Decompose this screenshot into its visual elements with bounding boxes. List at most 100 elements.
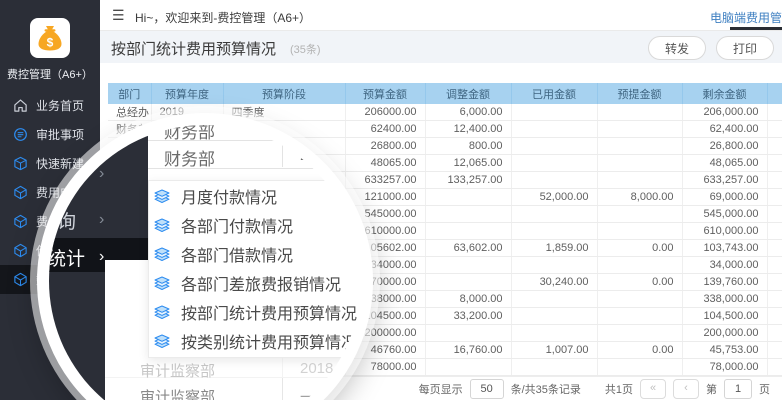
table-cell: 200,000.00 xyxy=(682,325,767,342)
hamburger-menu-icon[interactable]: ☰ xyxy=(112,7,125,24)
table-cell: 1,859.00 xyxy=(511,240,597,257)
table-cell xyxy=(511,359,597,376)
tab-pc-expense[interactable]: 电脑端费用管 xyxy=(710,9,782,26)
welcome-text: Hi~，欢迎来到-费控管理（A6+） xyxy=(135,9,311,26)
table-cell xyxy=(597,325,682,342)
table-row: 审计监察部 2018 xyxy=(105,358,361,378)
table-cell: 6,000.00 xyxy=(425,104,511,121)
page-number-input[interactable]: 1 xyxy=(724,379,752,399)
table-cell: 133,257.00 xyxy=(425,172,511,189)
chevron-right-icon: › xyxy=(99,211,104,229)
layers-icon xyxy=(149,302,181,322)
table-cell: 8,000.00 xyxy=(425,291,511,308)
table-cell: 0.00 xyxy=(597,274,682,291)
table-cell xyxy=(425,274,511,291)
menu-item-label: 按类别统计费用预算情况 xyxy=(181,329,357,353)
table-cell: 104,500.00 xyxy=(682,308,767,325)
table-cell: 30,240.00 xyxy=(511,274,597,291)
menu-item-label: 月度付款情况 xyxy=(181,184,277,208)
table-cell xyxy=(511,206,597,223)
magnified-sidebar-item-fragment[interactable]: 据统计 xyxy=(49,244,85,271)
table-cell: 545,000.00 xyxy=(682,206,767,223)
layers-icon xyxy=(149,215,181,235)
table-cell: 1,007.00 xyxy=(511,342,597,359)
menu-item-各部门差旅费报销情况[interactable]: 各部门差旅费报销情况 xyxy=(149,268,361,297)
column-header: 剩余金额 xyxy=(682,83,767,104)
active-tab-underline xyxy=(730,27,782,30)
table-cell xyxy=(511,138,597,155)
sidebar-item-label: 业务首页 xyxy=(36,97,84,114)
table-row: 财务部 xyxy=(148,125,361,141)
table-cell xyxy=(425,206,511,223)
page-suffix: 页 xyxy=(759,381,770,397)
column-header: 预算金额 xyxy=(345,83,425,104)
column-header: 预算年度 xyxy=(151,83,223,104)
table-cell: 610,000.00 xyxy=(682,223,767,240)
menu-item-各部门付款情况[interactable]: 各部门付款情况 xyxy=(149,210,361,239)
magnified-sidebar-item-fragment[interactable]: 查询 xyxy=(49,207,76,234)
table-cell: 12,400.00 xyxy=(425,121,511,138)
table-cell: 103,743.00 xyxy=(682,240,767,257)
chevron-right-icon: › xyxy=(99,248,104,266)
layers-icon xyxy=(149,331,181,351)
per-page-label: 每页显示 xyxy=(419,381,463,397)
menu-item-按部门统计费用预算情况[interactable]: 按部门统计费用预算情况 xyxy=(149,297,361,326)
table-cell: 34,000.00 xyxy=(682,257,767,274)
table-cell xyxy=(511,291,597,308)
magnifier-lens: 请 › 查询 › 据统计 › 财务部 财务部 2019 月度付款情 xyxy=(37,113,373,400)
cube-icon xyxy=(13,214,28,229)
table-cell: 800.00 xyxy=(425,138,511,155)
topbar: ☰ Hi~，欢迎来到-费控管理（A6+） 电脑端费用管 xyxy=(100,0,782,31)
table-cell: 338,000.00 xyxy=(682,291,767,308)
table-cell xyxy=(597,223,682,240)
prev-page-button[interactable]: ‹ xyxy=(673,379,699,399)
app-window: $ 费控管理（A6+） 业务首页审批事项快速新建费用申请费用查询借款查询数据统计… xyxy=(0,0,782,400)
table-cell xyxy=(597,121,682,138)
records-label: 条/共35条记录 xyxy=(511,381,581,397)
page-title: 按部门统计费用预算情况 xyxy=(111,38,276,59)
table-cell xyxy=(425,189,511,206)
menu-item-label: 各部门差旅费报销情况 xyxy=(181,271,341,295)
table-cell xyxy=(511,104,597,121)
page-header: 按部门统计费用预算情况 (35条) 转发 打印 xyxy=(100,31,782,63)
total-pages-label: 共1页 xyxy=(605,381,633,397)
table-cell xyxy=(597,138,682,155)
column-header: 预提金额 xyxy=(597,83,682,104)
table-cell: 48,065.00 xyxy=(682,155,767,172)
dept-cell: 审计监察部 xyxy=(140,386,215,400)
menu-item-按类别统计费用预算情况[interactable]: 按类别统计费用预算情况 xyxy=(149,326,361,355)
stage-cell: 一季度 xyxy=(300,386,345,400)
table-cell: 0.00 xyxy=(597,342,682,359)
menu-item-label: 各部门付款情况 xyxy=(181,213,293,237)
table-row: 财务部 2019 xyxy=(148,141,361,169)
approval-icon xyxy=(13,127,28,142)
svg-text:$: $ xyxy=(47,36,54,50)
table-cell xyxy=(597,291,682,308)
table-cell xyxy=(597,172,682,189)
first-page-button[interactable]: « xyxy=(640,379,666,399)
table-cell xyxy=(597,104,682,121)
menu-item-月度付款情况[interactable]: 月度付款情况 xyxy=(149,181,361,210)
magnified-sidebar-item-fragment[interactable]: 请 xyxy=(52,161,71,188)
per-page-input[interactable]: 50 xyxy=(470,379,504,399)
column-header: 部门 xyxy=(108,83,151,104)
table-cell xyxy=(425,257,511,274)
table-cell: 78,000.00 xyxy=(682,359,767,376)
chevron-right-icon: › xyxy=(99,165,104,183)
table-cell xyxy=(597,206,682,223)
sidebar-item-业务首页[interactable]: 业务首页 xyxy=(0,91,100,120)
create-icon xyxy=(13,156,28,171)
table-cell xyxy=(597,257,682,274)
forward-button[interactable]: 转发 xyxy=(648,36,706,60)
statistics-popup-menu: 月度付款情况各部门付款情况各部门借款情况各部门差旅费报销情况按部门统计费用预算情… xyxy=(148,180,361,358)
table-cell: 16,760.00 xyxy=(425,342,511,359)
menu-item-各部门借款情况[interactable]: 各部门借款情况 xyxy=(149,239,361,268)
print-button[interactable]: 打印 xyxy=(716,36,774,60)
table-cell: 52,000.00 xyxy=(511,189,597,206)
table-cell xyxy=(511,155,597,172)
table-cell xyxy=(597,308,682,325)
table-cell xyxy=(425,325,511,342)
app-logo[interactable]: $ xyxy=(30,18,70,58)
table-cell: 206,000.00 xyxy=(682,104,767,121)
table-cell: 139,760.00 xyxy=(682,274,767,291)
